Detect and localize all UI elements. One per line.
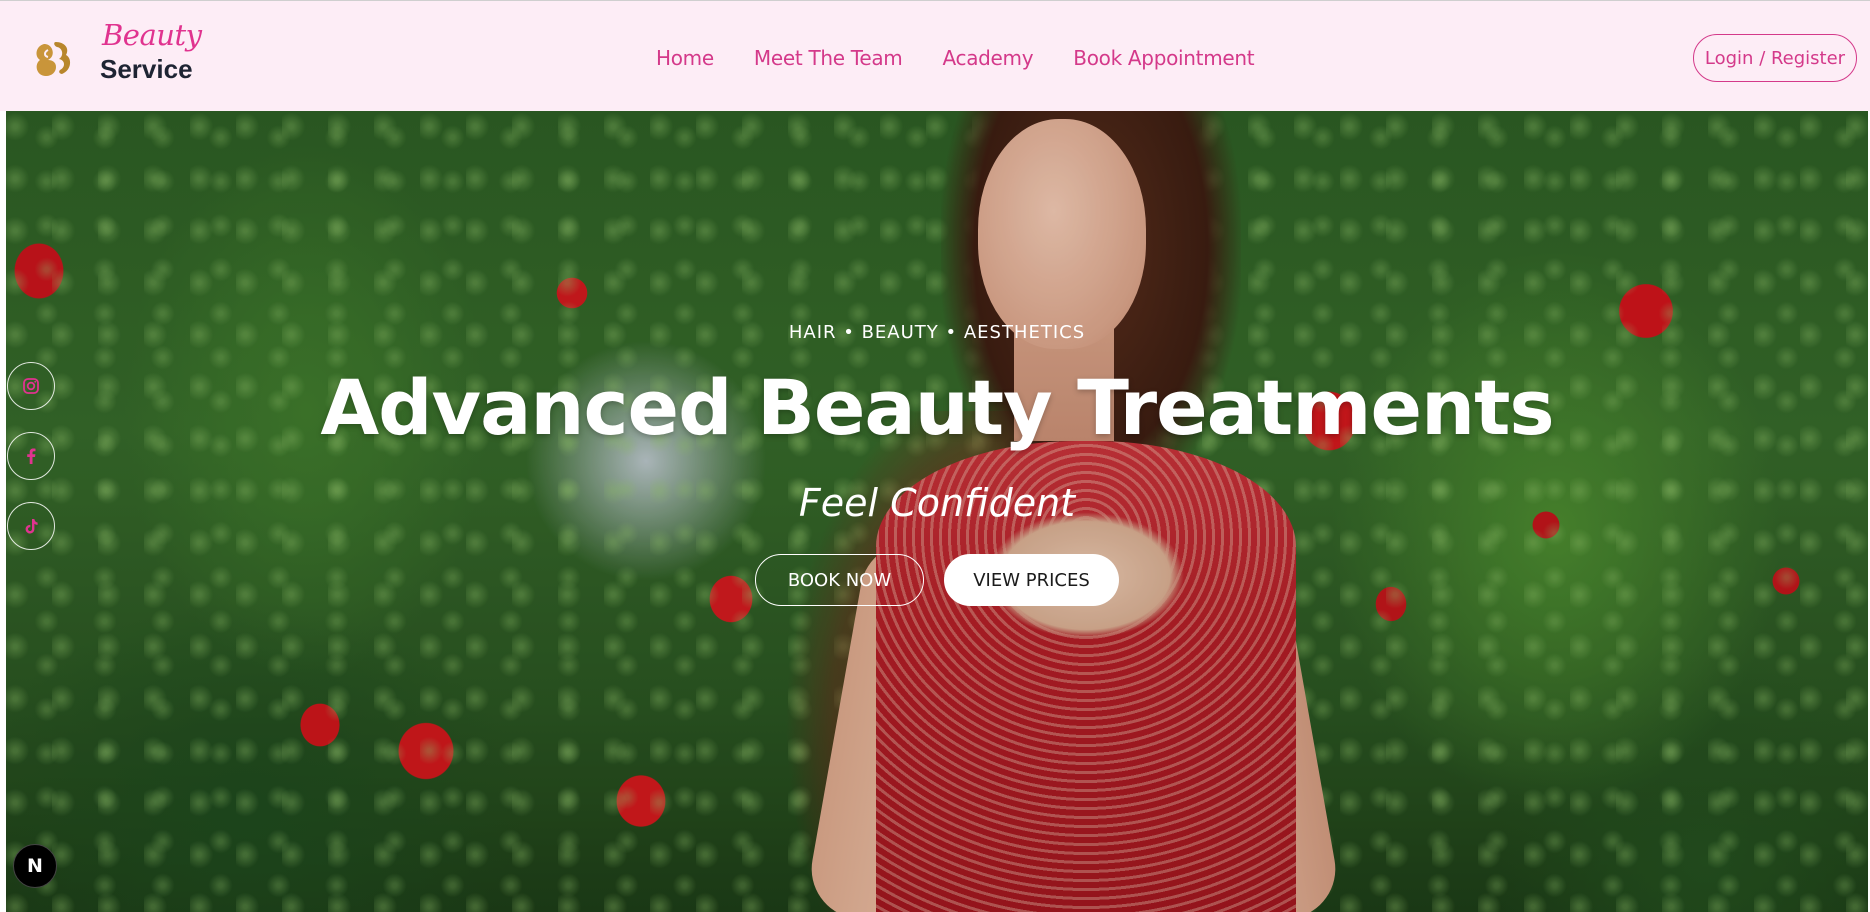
nav-item-meet-the-team[interactable]: Meet The Team — [754, 46, 903, 70]
facebook-link[interactable] — [7, 432, 55, 480]
nav-item-home[interactable]: Home — [656, 46, 714, 70]
hero-banner: HAIR • BEAUTY • AESTHETICS Advanced Beau… — [6, 111, 1868, 912]
hero-subheadline: Feel Confident — [798, 481, 1076, 525]
tiktok-icon — [25, 519, 38, 534]
brand-logo[interactable]: Beauty Service — [30, 18, 202, 84]
nav-item-book-appointment[interactable]: Book Appointment — [1073, 46, 1254, 70]
site-header: Beauty Service Home Meet The Team Academ… — [0, 0, 1870, 111]
instagram-icon — [23, 378, 39, 394]
brand-name-text: Service — [100, 54, 193, 84]
logo-monogram-icon — [30, 36, 74, 80]
main-nav: Home Meet The Team Academy Book Appointm… — [656, 46, 1255, 70]
tiktok-link[interactable] — [7, 502, 55, 550]
instagram-link[interactable] — [7, 362, 55, 410]
brand-script-text: Beauty — [102, 18, 202, 52]
view-prices-button[interactable]: VIEW PRICES — [944, 554, 1119, 606]
dev-tools-badge[interactable]: N — [13, 844, 57, 888]
hero-headline: Advanced Beauty Treatments — [320, 363, 1554, 452]
hero-content: HAIR • BEAUTY • AESTHETICS Advanced Beau… — [6, 111, 1868, 912]
nav-item-academy[interactable]: Academy — [942, 46, 1033, 70]
login-register-button[interactable]: Login / Register — [1693, 34, 1857, 82]
facebook-icon — [27, 448, 36, 464]
book-now-button[interactable]: BOOK NOW — [755, 554, 924, 606]
hero-tagline: HAIR • BEAUTY • AESTHETICS — [788, 322, 1086, 343]
